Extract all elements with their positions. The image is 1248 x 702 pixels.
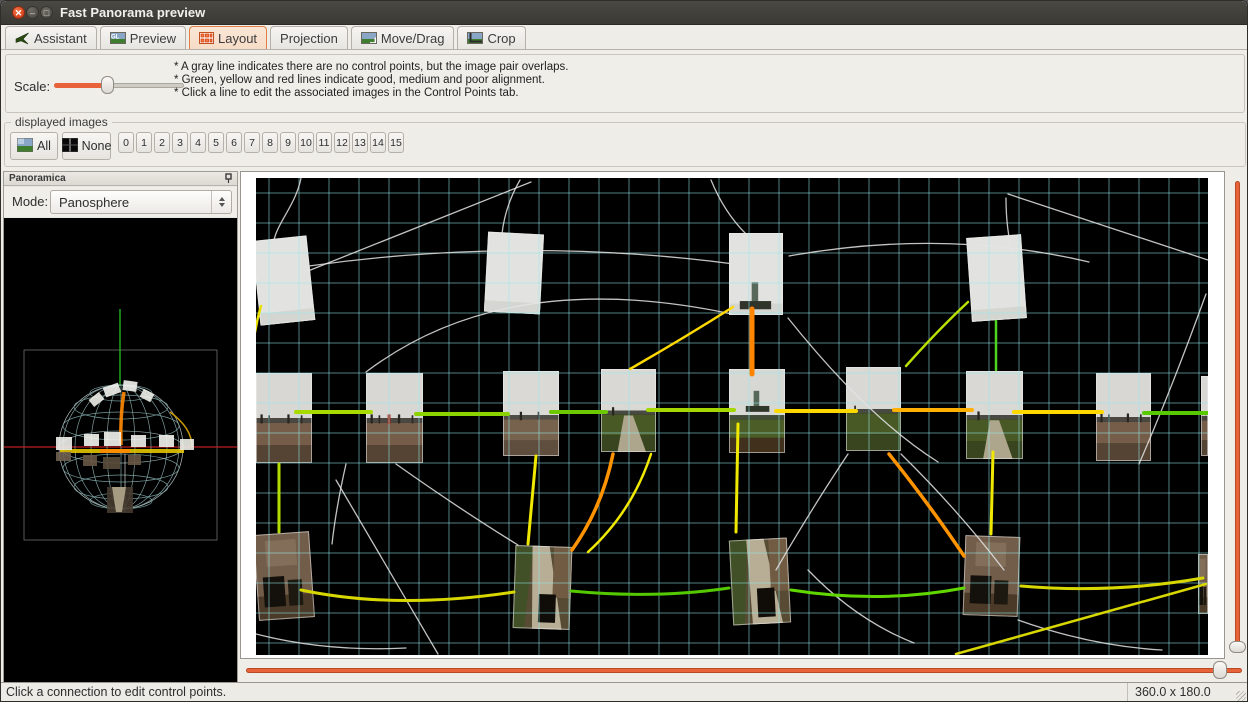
image-toggle-button-3[interactable]: 3 [172,132,188,153]
tab-assistant[interactable]: Assistant [5,26,97,49]
movedrag-tab-icon [361,32,377,44]
resize-grip-icon[interactable] [1236,691,1246,701]
status-message: Click a connection to edit control point… [6,685,226,699]
pin-icon[interactable] [224,173,233,184]
vertical-slider[interactable] [1227,173,1248,657]
maximize-icon[interactable]: □ [40,6,53,19]
tab-bar: Assistant GL Preview Layout Projection Move/D… [1,26,1247,50]
mode-label: Mode: [12,194,48,209]
hint-line: * A gray line indicates there are no con… [174,61,568,74]
image-toggle-button-13[interactable]: 13 [352,132,368,153]
tab-label: Crop [487,31,515,46]
image-toggle-buttons: 0123456789101112131415 [118,132,404,153]
image-toggle-button-14[interactable]: 14 [370,132,386,153]
panosphere-preview[interactable] [4,218,237,682]
status-bar: Click a connection to edit control point… [1,682,1247,702]
image-thumbnail[interactable] [256,235,315,325]
canvas-size-readout: 360.0 x 180.0 [1127,683,1248,702]
image-thumbnail[interactable] [366,373,423,463]
close-icon[interactable]: ✕ [12,6,25,19]
image-toggle-button-0[interactable]: 0 [118,132,134,153]
scale-slider[interactable] [54,73,184,97]
control-point-connection-line[interactable] [991,452,993,534]
none-button[interactable]: None [62,132,111,160]
image-thumbnail[interactable] [484,232,544,315]
scale-label: Scale: [14,79,50,94]
mode-select[interactable]: Panosphere [50,190,232,214]
spinner-arrows-icon[interactable] [211,191,231,213]
image-thumbnail[interactable] [963,535,1021,617]
layout-tab-icon [199,32,214,44]
hint-line: * Click a line to edit the associated im… [174,87,568,100]
panel-title: Panoramica [9,173,66,184]
image-toggle-button-9[interactable]: 9 [280,132,296,153]
image-thumbnail[interactable] [729,233,783,315]
scale-slider-thumb[interactable] [101,76,114,94]
panel-header[interactable]: Panoramica [4,172,237,186]
tab-preview[interactable]: GL Preview [100,26,186,49]
image-toggle-button-10[interactable]: 10 [298,132,314,153]
image-thumbnail[interactable] [256,531,315,621]
panosphere-3d-view [4,218,237,682]
displayed-images-label: displayed images [11,115,112,129]
horizontal-slider[interactable] [241,659,1248,682]
tab-label: Move/Drag [381,31,445,46]
image-toggle-button-11[interactable]: 11 [316,132,332,153]
panorama-layout-view[interactable] [256,178,1208,660]
image-toggle-button-2[interactable]: 2 [154,132,170,153]
svg-text:GL: GL [111,35,120,41]
image-toggle-button-15[interactable]: 15 [388,132,404,153]
mode-row: Mode: Panosphere [4,187,237,217]
app-window: ✕ – □ Fast Panorama preview Assistant GL P… [0,0,1248,702]
tab-layout[interactable]: Layout [189,26,267,49]
layout-canvas[interactable] [240,171,1225,659]
tab-label: Layout [218,31,257,46]
image-toggle-button-7[interactable]: 7 [244,132,260,153]
tab-move-drag[interactable]: Move/Drag [351,26,455,49]
title-bar[interactable]: ✕ – □ Fast Panorama preview [1,1,1247,25]
image-thumbnail[interactable] [1201,376,1208,456]
image-toggle-button-6[interactable]: 6 [226,132,242,153]
panosphere-panel: Panoramica Mode: Panosphere [3,171,238,683]
hint-line: * Green, yellow and red lines indicate g… [174,74,568,87]
control-point-connection-line[interactable] [736,424,738,532]
image-thumbnail[interactable] [729,538,791,626]
image-toggle-button-4[interactable]: 4 [190,132,206,153]
image-thumbnail[interactable] [966,234,1027,322]
image-toggle-button-8[interactable]: 8 [262,132,278,153]
image-thumbnail[interactable] [256,373,312,463]
image-toggle-button-1[interactable]: 1 [136,132,152,153]
window-title: Fast Panorama preview [60,5,205,20]
panorama-canvas-svg[interactable] [256,178,1208,655]
tab-label: Assistant [34,31,87,46]
all-images-icon [17,138,33,155]
displayed-images-group: displayed images All None 01234567891011… [4,122,1246,167]
image-toggle-button-5[interactable]: 5 [208,132,224,153]
tab-label: Projection [280,31,338,46]
scale-hint-panel: Scale: * A gray line indicates there are… [5,54,1245,113]
vertical-slider-thumb[interactable] [1229,641,1246,653]
mode-value: Panosphere [59,195,129,210]
crop-tab-icon [467,32,483,44]
tab-label: Preview [130,31,176,46]
all-button[interactable]: All [10,132,58,160]
tab-crop[interactable]: Crop [457,26,525,49]
assistant-tab-icon [15,32,30,45]
image-thumbnail[interactable] [966,371,1023,459]
minimize-icon[interactable]: – [26,6,39,19]
image-thumbnail[interactable] [513,545,573,630]
preview-tab-icon: GL [110,32,126,44]
image-thumbnail[interactable] [1096,373,1151,461]
hint-text: * A gray line indicates there are no con… [174,61,568,100]
tab-projection[interactable]: Projection [270,26,348,49]
no-images-icon [62,138,78,155]
image-toggle-button-12[interactable]: 12 [334,132,350,153]
horizontal-slider-thumb[interactable] [1213,661,1227,679]
